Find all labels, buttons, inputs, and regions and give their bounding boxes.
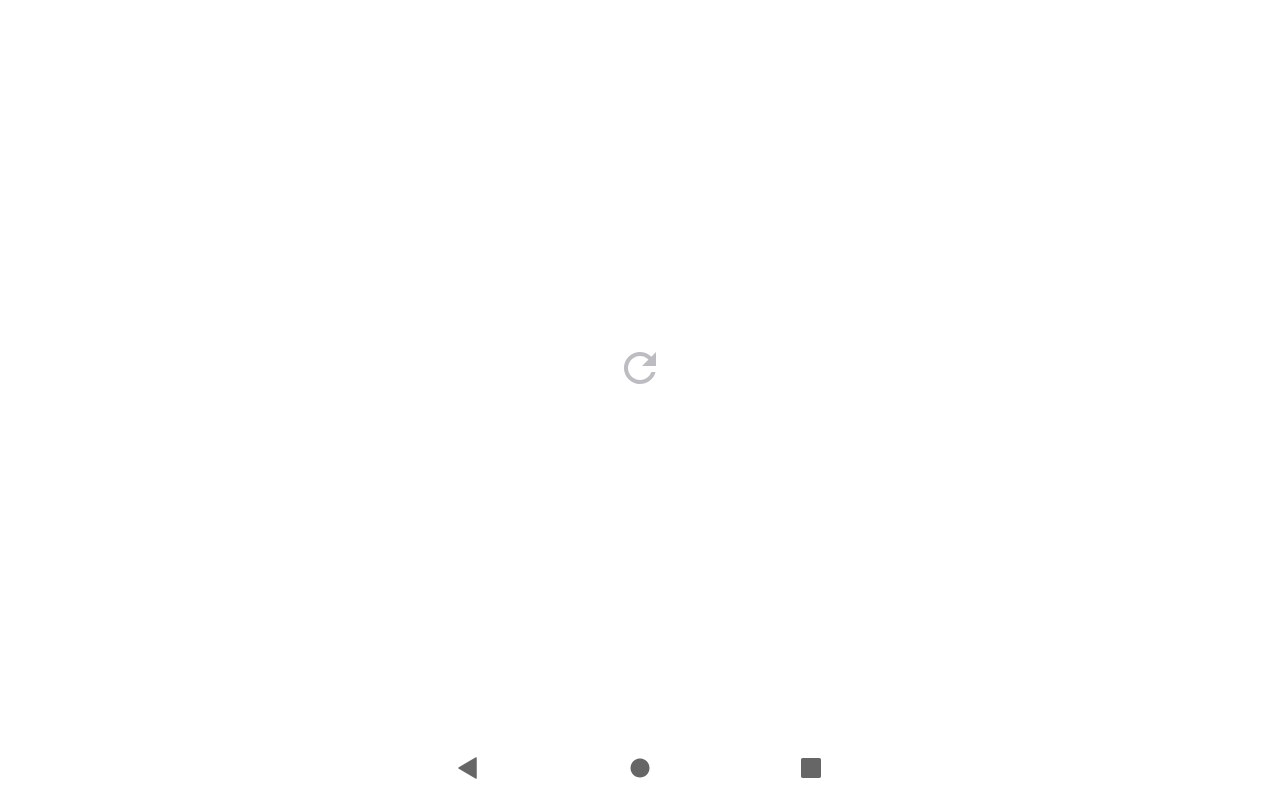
system-navigation-bar (0, 736, 1280, 800)
recents-button[interactable] (791, 748, 831, 788)
android-screen (0, 0, 1280, 800)
reload-button[interactable] (616, 344, 664, 392)
app-content-area (0, 0, 1280, 736)
home-circle-icon (630, 758, 650, 778)
reload-icon (624, 352, 656, 384)
home-button[interactable] (620, 748, 660, 788)
back-button[interactable] (448, 748, 488, 788)
back-triangle-icon (458, 757, 477, 779)
recents-square-icon (801, 758, 821, 778)
